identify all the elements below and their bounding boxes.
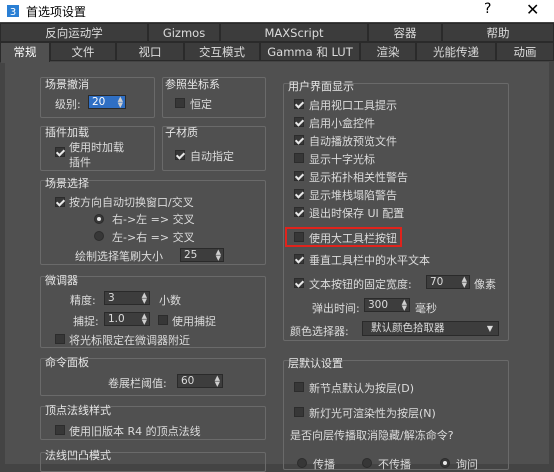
flyout-time-spinner[interactable]: 300 ▲ ▼ [364,298,410,312]
fixed-width-checkbox[interactable] [294,278,304,288]
new-lights-bylayer-label: 新灯光可渲染性为按层(N) [309,407,436,420]
command-panel-title: 命令面板 [45,356,89,369]
no-propagate-label: 不传播 [378,458,411,471]
tab-viewports[interactable]: 视口 [116,42,184,61]
horizontal-text-label: 垂直工具栏中的水平文本 [309,254,430,267]
layer-defaults-title: 层默认设置 [288,357,343,370]
flyout-time-label: 弹出时间: [312,302,360,315]
precision-label: 精度: [70,294,96,307]
large-toolbar-buttons-checkbox[interactable] [294,232,304,242]
crosshair-cursor-checkbox[interactable] [294,153,304,163]
ui-display-title: 用户界面显示 [288,80,354,93]
auto-switch-label: 按方向自动切换窗口/交叉 [69,196,194,209]
fixed-width-spinner[interactable]: 70 ▲ ▼ [426,275,470,289]
app-icon: 3 [7,5,19,18]
brush-size-spinner[interactable]: 25 ▲ ▼ [180,248,224,262]
propagate-question: 是否向层传播取消隐藏/解冻命令? [290,429,454,442]
tab-ik[interactable]: 反向运动学 [0,23,148,42]
tab-rendering[interactable]: 渲染 [360,42,416,61]
large-toolbar-buttons-label: 使用大工具栏按钮 [309,232,397,245]
tab-gizmos[interactable]: Gizmos [148,23,220,42]
viewport-tooltips-label: 启用视口工具提示 [309,99,397,112]
plugin-loading-title: 插件加载 [45,126,89,139]
spinners-title: 微调器 [45,274,78,287]
stack-collapse-warning-label: 显示堆栈塌陷警告 [309,189,397,202]
help-button[interactable]: ? [484,1,491,17]
use-snap-label: 使用捕捉 [172,315,216,328]
tab-interaction[interactable]: 交互模式 [184,42,260,61]
scene-undo-title: 场景撤消 [45,78,89,91]
tab-help[interactable]: 帮助 [442,23,554,42]
constant-checkbox[interactable] [175,98,185,108]
wrap-cursor-label: 将光标限定在微调器附近 [69,334,190,347]
stack-collapse-warning-checkbox[interactable] [294,189,304,199]
fixed-width-label: 文本按钮的固定宽度: [309,278,412,291]
autoplay-preview-label: 自动播放预览文件 [309,135,397,148]
new-lights-bylayer-checkbox[interactable] [294,407,304,417]
auto-assign-checkbox[interactable] [175,150,185,160]
rollout-threshold-label: 卷展栏阈值: [108,377,167,390]
crosshair-cursor-label: 显示十字光标 [309,153,375,166]
rollout-threshold-spinner[interactable]: 60 ▲ ▼ [177,374,223,388]
tab-files[interactable]: 文件 [50,42,116,61]
right-to-left-label: 右->左 => 交叉 [112,213,195,226]
use-snap-checkbox[interactable] [158,315,168,325]
load-on-use-checkbox[interactable] [55,147,65,157]
brush-size-label: 绘制选择笔刷大小 [75,250,163,263]
save-ui-on-exit-checkbox[interactable] [294,207,304,217]
auto-switch-checkbox[interactable] [55,197,65,207]
topology-warning-label: 显示拓扑相关性警告 [309,171,408,184]
manipulators-label: 启用小盒控件 [309,117,375,130]
tab-general[interactable]: 常规 [0,42,50,63]
legacy-normals-checkbox[interactable] [55,425,65,435]
left-to-right-label: 左->右 => 交叉 [112,231,195,244]
ask-label: 询问 [456,458,478,471]
snap-spinner[interactable]: 1.0 ▲ ▼ [104,312,150,326]
constant-label: 恒定 [190,98,212,111]
tab-radiosity[interactable]: 光能传递 [416,42,496,61]
topology-warning-checkbox[interactable] [294,171,304,181]
scene-selection-title: 场景选择 [45,177,89,190]
vertex-normal-title: 顶点法线样式 [45,404,111,417]
left-to-right-radio[interactable] [94,231,104,241]
undo-level-label: 级别: [55,98,81,111]
ask-radio[interactable] [440,458,450,468]
legacy-normals-label: 使用旧版本 R4 的顶点法线 [69,425,201,438]
close-button[interactable]: ✕ [526,0,539,19]
horizontal-text-checkbox[interactable] [294,254,304,264]
color-picker-label: 颜色选择器: [290,325,349,338]
sub-material-title: 子材质 [165,126,198,139]
auto-assign-label: 自动指定 [190,150,234,163]
tab-animation[interactable]: 动画 [496,42,554,61]
decimals-label: 小数 [159,294,181,307]
propagate-label: 传播 [313,458,335,471]
ref-coord-title: 参照坐标系 [165,78,220,91]
window-title: 首选项设置 [26,5,87,19]
color-picker-dropdown[interactable]: 默认颜色拾取器 ▼ [362,321,499,336]
new-nodes-bylayer-checkbox[interactable] [294,382,304,392]
precision-spinner[interactable]: 3 ▲ ▼ [104,291,150,305]
normal-bump-title: 法线凹凸模式 [45,449,111,462]
tab-gamma-lut[interactable]: Gamma 和 LUT [260,42,360,61]
chevron-down-icon: ▼ [486,324,493,333]
viewport-tooltips-checkbox[interactable] [294,99,304,109]
new-nodes-bylayer-label: 新节点默认为按层(D) [309,382,415,395]
tab-maxscript[interactable]: MAXScript [220,23,368,42]
pixels-label: 像素 [474,278,496,291]
snap-label: 捕捉: [73,315,99,328]
ms-label: 毫秒 [415,302,437,315]
right-to-left-radio[interactable] [94,214,104,224]
save-ui-on-exit-label: 退出时保存 UI 配置 [309,207,405,220]
load-on-use-label: 使用时加载插件 [69,141,124,169]
propagate-radio[interactable] [297,458,307,468]
tab-container[interactable]: 容器 [368,23,442,42]
autoplay-preview-checkbox[interactable] [294,135,304,145]
undo-level-spinner[interactable]: 20 ▲ ▼ [88,95,126,109]
svg-text:3: 3 [10,7,16,18]
manipulators-checkbox[interactable] [294,117,304,127]
title-bar: 3 首选项设置 ? ✕ [0,0,554,22]
no-propagate-radio[interactable] [362,458,372,468]
wrap-cursor-checkbox[interactable] [55,334,65,344]
